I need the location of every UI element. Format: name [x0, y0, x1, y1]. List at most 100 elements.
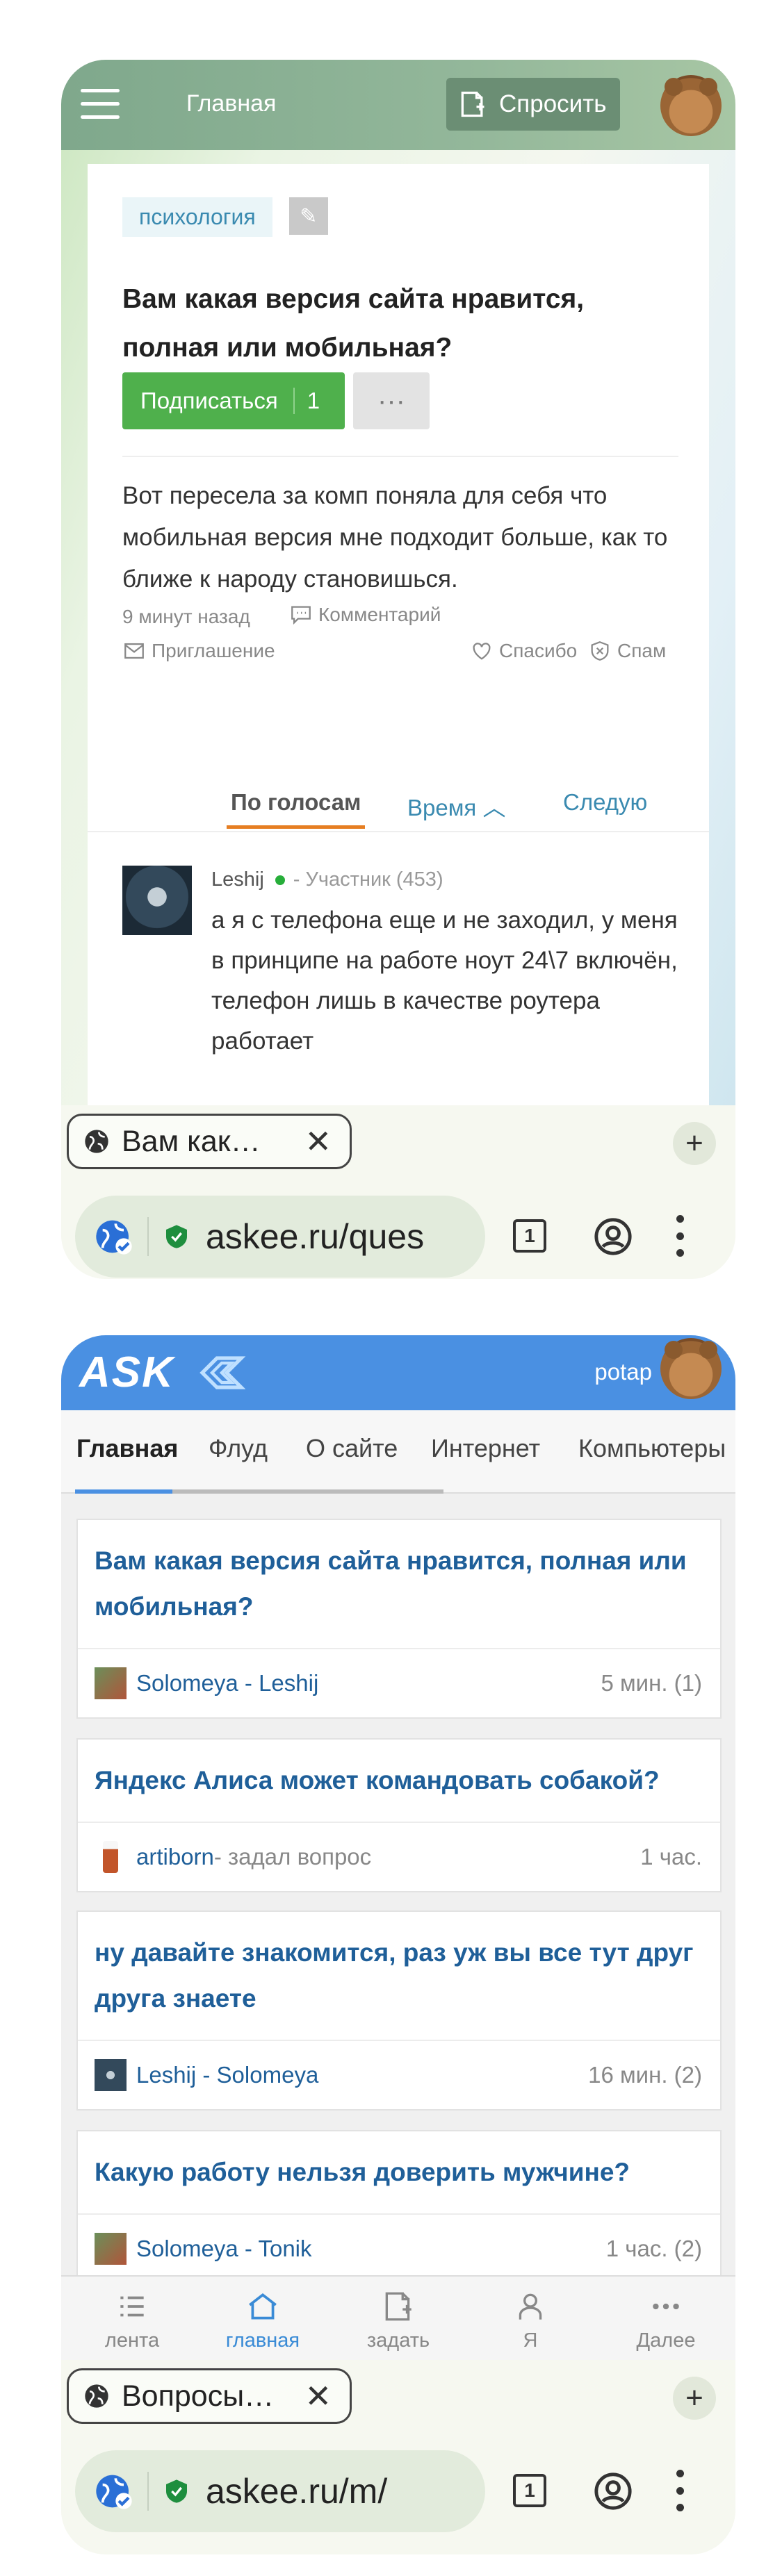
tab-by-time[interactable]: Время ︿	[407, 789, 505, 823]
secure-shield-icon[interactable]	[163, 1221, 190, 1252]
tab-switcher-button[interactable]: 1	[513, 2474, 546, 2507]
more-options-button[interactable]: ···	[353, 372, 430, 429]
browser-tabstrip: Вопросы… ✕ +	[61, 2360, 735, 2436]
browser-menu-icon[interactable]	[673, 2470, 687, 2511]
feed-users[interactable]: Leshij - Solomeya	[136, 2062, 318, 2088]
page-title: Главная	[186, 90, 277, 117]
spam-link[interactable]: Спам	[588, 639, 666, 663]
logo-mark-icon	[199, 1356, 246, 1389]
address-separator	[147, 1217, 149, 1256]
site-globe-icon[interactable]	[95, 1217, 133, 1256]
secure-shield-icon[interactable]	[163, 2476, 190, 2507]
address-bar[interactable]: askee.ru/ques	[75, 1196, 485, 1278]
new-tab-icon[interactable]: +	[673, 1122, 716, 1165]
list-icon	[120, 2296, 144, 2317]
feed-item[interactable]: Вам какая версия сайта нравится, полная …	[76, 1519, 722, 1719]
feed-users[interactable]: Solomeya - Tonik	[136, 2236, 312, 2262]
invite-link[interactable]: Приглашение	[122, 639, 275, 663]
user-avatar[interactable]	[660, 1338, 722, 1399]
avatar	[95, 1667, 127, 1699]
site-globe-icon[interactable]	[95, 2472, 133, 2511]
browser-tab[interactable]: Вам как… ✕	[67, 1114, 352, 1169]
subscribe-label: Подписаться	[140, 388, 278, 413]
feed-users[interactable]: Solomeya - Leshij	[136, 1670, 318, 1696]
menu-icon[interactable]	[81, 89, 120, 119]
avatar	[103, 1841, 118, 1873]
home-icon	[249, 2293, 277, 2320]
comment-link[interactable]: Комментарий	[289, 603, 441, 627]
feed-time: 1 час.	[640, 1844, 702, 1869]
app-header: Главная Спросить	[61, 60, 735, 150]
tab-switcher-button[interactable]: 1	[513, 1219, 546, 1253]
new-question-icon	[385, 2292, 412, 2321]
chevron-up-icon: ︿	[482, 795, 506, 820]
address-bar[interactable]: askee.ru/m/	[75, 2450, 485, 2532]
subscribe-button[interactable]: Подписаться 1	[122, 372, 345, 429]
url-text: askee.ru/m/	[206, 2472, 388, 2511]
new-tab-icon[interactable]: +	[673, 2377, 716, 2420]
feed-question-title[interactable]: Вам какая версия сайта нравится, полная …	[78, 1520, 720, 1649]
site-logo[interactable]: ASK	[79, 1348, 174, 1397]
answer-text: а я с телефона еще и не заходил, у меня …	[211, 907, 678, 1055]
answer-author-avatar[interactable]	[122, 866, 192, 935]
feed-question-title[interactable]: Какую работу нельзя доверить мужчине?	[78, 2131, 720, 2215]
feed-item[interactable]: ну давайте знакомится, раз уж вы все тут…	[76, 1910, 722, 2111]
bottom-nav-feed[interactable]: лента	[76, 2277, 188, 2361]
close-tab-icon[interactable]: ✕	[304, 1123, 332, 1160]
bottom-nav-label: задать	[366, 2329, 430, 2352]
nav-item-computers[interactable]: Компьютеры	[578, 1434, 726, 1463]
nav-item-internet[interactable]: Интернет	[431, 1434, 540, 1463]
close-tab-icon[interactable]: ✕	[304, 2377, 332, 2415]
ask-button[interactable]: Спросить	[446, 78, 620, 131]
globe-icon	[85, 2384, 108, 2408]
category-tag[interactable]: психология	[122, 197, 272, 237]
avatar	[95, 2059, 127, 2091]
tab-following[interactable]: Следую	[563, 789, 647, 816]
thanks-link[interactable]: Спасибо	[470, 639, 577, 663]
tab-time-label: Время	[407, 795, 477, 820]
feed-item-meta: Leshij - Solomeya 16 мин. (2)	[78, 2041, 720, 2109]
heart-icon	[473, 643, 491, 660]
browser-tab[interactable]: Вопросы… ✕	[67, 2368, 352, 2424]
nav-item-flood[interactable]: Флуд	[209, 1434, 268, 1463]
feed-users[interactable]: artiborn	[136, 1844, 214, 1870]
answer-author[interactable]: Leshij	[211, 868, 264, 891]
divider	[122, 456, 678, 457]
feed-action: - задал вопрос	[213, 1844, 372, 1869]
tab-by-votes[interactable]: По голосам	[227, 789, 366, 829]
bottom-nav-ask[interactable]: задать	[343, 2277, 454, 2361]
user-avatar[interactable]	[660, 75, 722, 136]
thanks-label: Спасибо	[499, 640, 578, 661]
bottom-nav-me[interactable]: Я	[475, 2277, 586, 2361]
phone-screen-question: Главная Спросить психология ✎ Вам какая …	[61, 60, 735, 1279]
feed-item-meta: artiborn - задал вопрос 1 час.	[78, 1823, 720, 1891]
question-feed: Вам какая версия сайта нравится, полная …	[61, 1494, 735, 2275]
nav-item-main[interactable]: Главная	[76, 1434, 178, 1463]
feed-time: 5 мин. (1)	[601, 1670, 702, 1696]
edit-pencil-icon[interactable]: ✎	[288, 197, 328, 235]
answer-author-role: - Участник (453)	[293, 868, 443, 891]
username[interactable]: potap	[594, 1359, 652, 1385]
nav-item-about[interactable]: О сайте	[306, 1434, 398, 1463]
feed-time: 16 мин. (2)	[588, 2062, 702, 2088]
feed-item[interactable]: Яндекс Алиса может командовать собакой? …	[76, 1738, 722, 1892]
bottom-nav-more[interactable]: Далее	[610, 2277, 722, 2361]
account-icon[interactable]	[593, 2471, 633, 2511]
browser-menu-icon[interactable]	[673, 1215, 687, 1257]
user-icon	[519, 2293, 542, 2320]
envelope-icon	[124, 643, 144, 659]
question-body: Вот пересела за комп поняла для себя что…	[122, 482, 668, 593]
feed-item-meta: Solomeya - Leshij 5 мин. (1)	[78, 1649, 720, 1717]
feed-question-title[interactable]: Яндекс Алиса может командовать собакой?	[78, 1740, 720, 1823]
account-icon[interactable]	[593, 1216, 633, 1257]
feed-item-meta: Solomeya - Tonik 1 час. (2)	[78, 2215, 720, 2275]
avatar	[95, 2233, 127, 2265]
feed-question-title[interactable]: ну давайте знакомится, раз уж вы все тут…	[78, 1912, 720, 2041]
shield-x-icon	[591, 641, 609, 661]
globe-icon	[85, 1130, 108, 1153]
answer-header: Leshij - Участник (453)	[211, 868, 443, 891]
bottom-nav-main[interactable]: главная	[207, 2277, 318, 2361]
browser-toolbar: askee.ru/ques 1	[61, 1182, 735, 1279]
subscribe-count: 1	[293, 388, 320, 414]
feed-item[interactable]: Какую работу нельзя доверить мужчине? So…	[76, 2130, 722, 2275]
